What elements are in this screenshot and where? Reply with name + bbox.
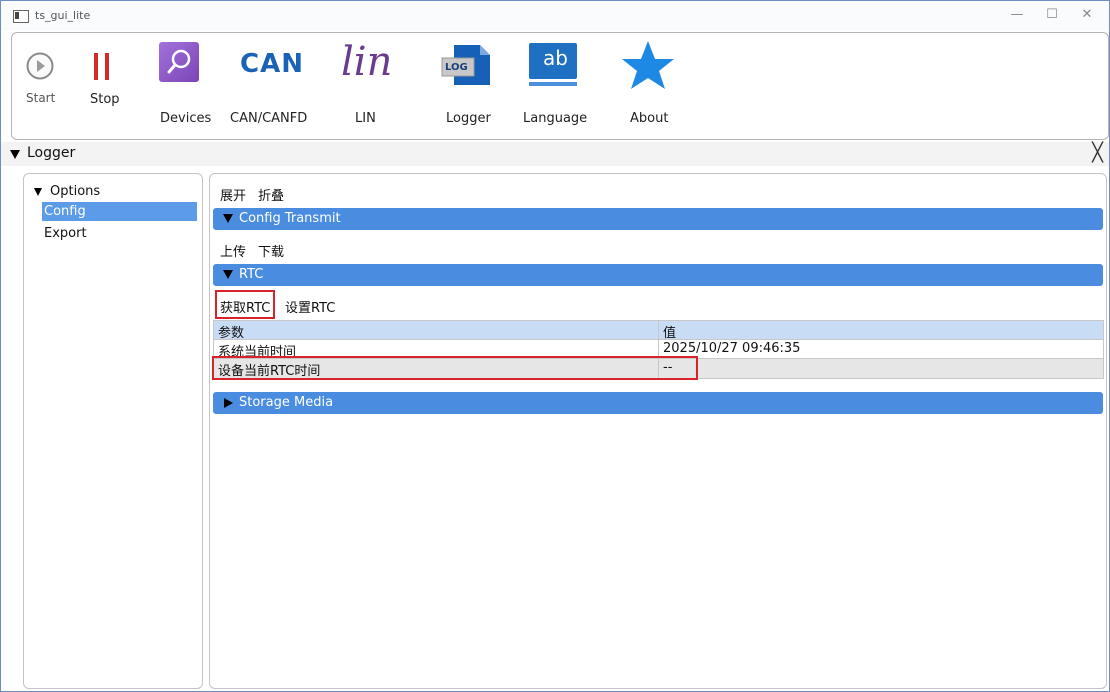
panel-title: Logger bbox=[27, 145, 76, 161]
tree-root-options[interactable]: Options bbox=[50, 184, 100, 199]
star-icon bbox=[622, 41, 674, 89]
section-rtc-label: RTC bbox=[239, 267, 264, 282]
stop-label: Stop bbox=[90, 92, 120, 107]
close-button[interactable]: ✕ bbox=[1072, 5, 1102, 25]
log-icon-text: LOG bbox=[445, 62, 468, 73]
maximize-button[interactable]: ☐ bbox=[1037, 5, 1067, 25]
language-icon-text: ab bbox=[543, 46, 568, 70]
tree-item-export[interactable]: Export bbox=[42, 224, 197, 243]
logger-label: Logger bbox=[446, 111, 491, 126]
toolbar: Start Stop Devices CAN CAN/CANFD lin LIN… bbox=[11, 32, 1109, 140]
table-header-row: 参数 值 bbox=[213, 320, 1104, 341]
can-icon: CAN bbox=[240, 49, 304, 79]
section-storage-media[interactable]: Storage Media bbox=[213, 392, 1103, 414]
logger-button[interactable]: LOG Logger bbox=[440, 41, 500, 131]
logger-panel-header[interactable]: Logger ╳ bbox=[1, 142, 1109, 166]
devices-label: Devices bbox=[160, 111, 212, 126]
section-storage-media-label: Storage Media bbox=[239, 395, 334, 410]
pause-icon bbox=[94, 53, 109, 80]
annotation-box bbox=[212, 356, 698, 380]
annotation-box bbox=[215, 290, 275, 319]
start-button[interactable]: Start bbox=[20, 47, 60, 117]
can-label: CAN/CANFD bbox=[230, 111, 308, 126]
tree-expand-icon[interactable] bbox=[34, 188, 42, 196]
options-tree: Options Config Export bbox=[23, 173, 203, 689]
download-button[interactable]: 下载 bbox=[258, 241, 284, 260]
can-button[interactable]: CAN CAN/CANFD bbox=[230, 41, 314, 131]
devices-button[interactable]: Devices bbox=[156, 41, 214, 131]
collapse-triangle-icon bbox=[10, 150, 20, 159]
row-value: 2025/10/27 09:46:35 bbox=[663, 341, 801, 356]
about-button[interactable]: About bbox=[618, 39, 682, 131]
tree-item-config[interactable]: Config bbox=[42, 202, 197, 221]
lin-label: LIN bbox=[355, 111, 376, 126]
app-window: ts_gui_lite — ☐ ✕ Start Stop Devices CAN… bbox=[0, 0, 1110, 692]
stop-button[interactable]: Stop bbox=[80, 47, 124, 117]
section-rtc[interactable]: RTC bbox=[213, 264, 1103, 286]
language-label: Language bbox=[523, 111, 588, 126]
section-expanded-icon bbox=[223, 214, 233, 223]
config-panel: 展开 折叠 Config Transmit 上传 下载 RTC 获取RTC 设置… bbox=[209, 173, 1107, 689]
search-icon bbox=[159, 42, 199, 82]
title-bar: ts_gui_lite — ☐ ✕ bbox=[1, 1, 1109, 31]
start-label: Start bbox=[26, 91, 56, 105]
app-icon bbox=[13, 10, 29, 23]
section-expanded-icon bbox=[223, 270, 233, 279]
set-rtc-button[interactable]: 设置RTC bbox=[285, 297, 335, 316]
play-circle-icon bbox=[26, 52, 54, 80]
lin-button[interactable]: lin LIN bbox=[337, 39, 407, 131]
section-config-transmit[interactable]: Config Transmit bbox=[213, 208, 1103, 230]
panel-close-icon[interactable]: ╳ bbox=[1092, 142, 1103, 163]
about-label: About bbox=[630, 111, 669, 126]
section-config-transmit-label: Config Transmit bbox=[239, 211, 341, 226]
minimize-button[interactable]: — bbox=[1002, 5, 1032, 25]
upload-button[interactable]: 上传 bbox=[220, 241, 246, 260]
language-button[interactable]: ab Language bbox=[520, 41, 590, 131]
section-collapsed-icon bbox=[224, 398, 233, 408]
collapse-all-button[interactable]: 折叠 bbox=[258, 185, 284, 204]
window-title: ts_gui_lite bbox=[35, 9, 91, 22]
lin-icon: lin bbox=[341, 39, 393, 85]
expand-all-button[interactable]: 展开 bbox=[220, 185, 246, 204]
